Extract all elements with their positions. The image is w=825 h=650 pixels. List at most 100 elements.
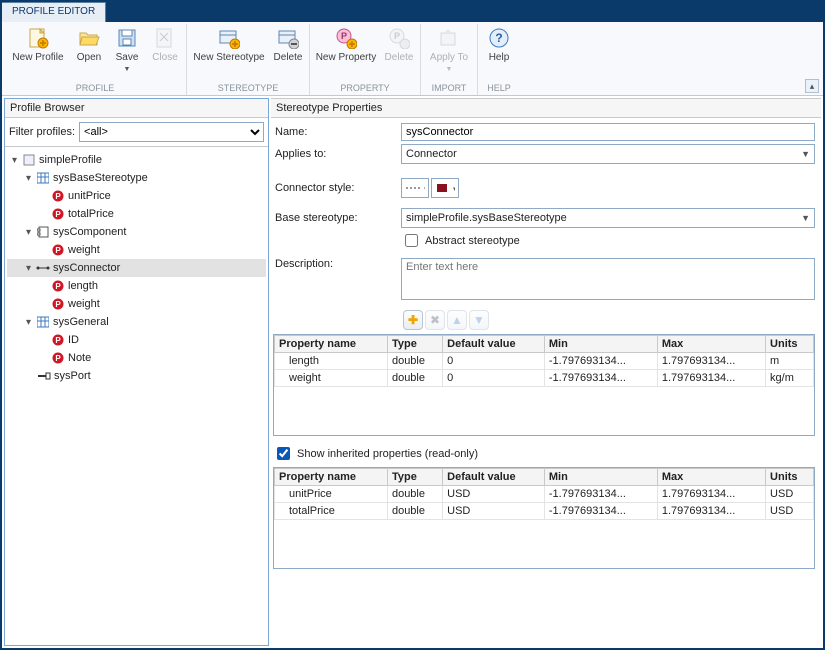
column-header[interactable]: Property name [275, 469, 388, 486]
folder-open-icon [77, 26, 101, 50]
column-header[interactable]: Default value [443, 469, 545, 486]
tree-node-property[interactable]: P weight [7, 295, 266, 313]
description-label: Description: [273, 258, 401, 270]
filter-label: Filter profiles: [9, 126, 75, 138]
svg-text:P: P [55, 210, 61, 219]
base-stereotype-select[interactable]: simpleProfile.sysBaseStereotype ▼ [401, 208, 815, 228]
chevron-down-icon: ▼ [801, 213, 810, 223]
column-header[interactable]: Type [387, 336, 442, 353]
component-icon [36, 225, 50, 239]
stereotype-properties-title: Stereotype Properties [271, 98, 821, 118]
show-inherited-checkbox[interactable]: Show inherited properties (read-only) [273, 444, 819, 463]
base-stereotype-label: Base stereotype: [273, 212, 401, 224]
ribbon-expand-icon[interactable]: ▴ [805, 79, 819, 93]
tree-node-profile[interactable]: ▾ simpleProfile [7, 151, 266, 169]
svg-text:P: P [55, 246, 61, 255]
chevron-down-icon: ▼ [801, 149, 810, 159]
property-icon: P [51, 207, 65, 221]
column-header[interactable]: Property name [275, 336, 388, 353]
property-new-icon: P✚ [334, 26, 358, 50]
filter-profiles-select[interactable]: <all> [79, 122, 264, 142]
tree-node-property[interactable]: P length [7, 277, 266, 295]
column-header[interactable]: Units [766, 336, 814, 353]
line-color-select[interactable]: ▾ [431, 178, 459, 198]
svg-text:P: P [55, 192, 61, 201]
profile-icon [22, 153, 36, 167]
column-header[interactable]: Min [544, 469, 657, 486]
name-label: Name: [273, 126, 401, 138]
new-property-button[interactable]: P✚ New Property [314, 24, 378, 82]
name-input[interactable] [401, 123, 815, 141]
own-properties-table[interactable]: Property nameTypeDefault valueMinMaxUnit… [273, 334, 815, 436]
column-header[interactable]: Max [657, 469, 765, 486]
applies-to-label: Applies to: [273, 148, 401, 160]
ribbon-group-import: Apply To▼ IMPORT [421, 24, 478, 95]
delete-row-button[interactable]: ✖ [425, 310, 445, 330]
add-row-button[interactable]: ✚ [403, 310, 423, 330]
connector-icon [36, 261, 50, 275]
tree-node-stereotype[interactable]: ▾ sysGeneral [7, 313, 266, 331]
tree-node-stereotype[interactable]: sysPort [7, 367, 266, 385]
abstract-stereotype-checkbox[interactable]: Abstract stereotype [401, 231, 815, 250]
column-header[interactable]: Units [766, 469, 814, 486]
profile-browser-panel: Profile Browser Filter profiles: <all> ▾… [4, 98, 269, 646]
ribbon-group-profile: ✚ New Profile Open Save▼ Close PROFILE [4, 24, 187, 95]
tree-node-property[interactable]: P totalPrice [7, 205, 266, 223]
column-header[interactable]: Type [387, 469, 442, 486]
tree-node-stereotype[interactable]: ▾ sysComponent [7, 223, 266, 241]
applies-to-select[interactable]: Connector ▼ [401, 144, 815, 164]
plus-icon: ✚ [408, 313, 418, 327]
column-header[interactable]: Max [657, 336, 765, 353]
svg-text:P: P [55, 300, 61, 309]
apply-icon [437, 26, 461, 50]
ribbon: ✚ New Profile Open Save▼ Close PROFILE [2, 22, 823, 96]
svg-text:P: P [55, 282, 61, 291]
ribbon-group-stereotype: ✚ New Stereotype Delete STEREOTYPE [187, 24, 310, 95]
tree-node-stereotype-selected[interactable]: ▾ sysConnector [7, 259, 266, 277]
delete-property-button[interactable]: P Delete [382, 24, 416, 82]
table-row[interactable]: weightdouble0-1.797693134...1.797693134.… [275, 370, 814, 387]
tree-node-property[interactable]: P weight [7, 241, 266, 259]
tree-node-property[interactable]: P ID [7, 331, 266, 349]
svg-text:?: ? [495, 31, 502, 45]
move-up-button[interactable]: ▲ [447, 310, 467, 330]
new-stereotype-button[interactable]: ✚ New Stereotype [191, 24, 267, 82]
profile-tree[interactable]: ▾ simpleProfile ▾ sysBaseStereotype P un… [5, 147, 268, 645]
help-button[interactable]: ? Help [482, 24, 516, 82]
description-textarea[interactable] [401, 258, 815, 300]
tab-profile-editor[interactable]: PROFILE EDITOR [2, 2, 106, 22]
column-header[interactable]: Default value [443, 336, 545, 353]
svg-text:P: P [394, 31, 400, 41]
delete-stereotype-button[interactable]: Delete [271, 24, 305, 82]
tree-node-stereotype[interactable]: ▾ sysBaseStereotype [7, 169, 266, 187]
file-new-icon: ✚ [26, 26, 50, 50]
column-header[interactable]: Min [544, 336, 657, 353]
tree-node-property[interactable]: P Note [7, 349, 266, 367]
move-down-button[interactable]: ▼ [469, 310, 489, 330]
stereotype-new-icon: ✚ [217, 26, 241, 50]
table-row[interactable]: unitPricedoubleUSD-1.797693134...1.79769… [275, 486, 814, 503]
close-file-icon [153, 26, 177, 50]
apply-to-button[interactable]: Apply To▼ [425, 24, 473, 82]
property-delete-icon: P [387, 26, 411, 50]
svg-text:▾: ▾ [453, 186, 455, 193]
tree-node-property[interactable]: P unitPrice [7, 187, 266, 205]
svg-text:✚: ✚ [349, 40, 356, 49]
svg-text:P: P [55, 336, 61, 345]
stereotype-table-icon [36, 315, 50, 329]
delete-x-icon: ✖ [430, 313, 440, 327]
stereotype-delete-icon [276, 26, 300, 50]
ribbon-group-help: ? Help HELP [478, 24, 520, 95]
table-row[interactable]: totalPricedoubleUSD-1.797693134...1.7976… [275, 503, 814, 520]
property-icon: P [51, 243, 65, 257]
inherited-properties-table[interactable]: Property nameTypeDefault valueMinMaxUnit… [273, 467, 815, 569]
open-button[interactable]: Open [72, 24, 106, 82]
profile-browser-title: Profile Browser [5, 99, 268, 118]
table-row[interactable]: lengthdouble0-1.797693134...1.797693134.… [275, 353, 814, 370]
app-window: PROFILE EDITOR ✚ New Profile Open Save▼ [0, 0, 825, 650]
line-style-select[interactable]: ▾ [401, 178, 429, 198]
new-profile-button[interactable]: ✚ New Profile [8, 24, 68, 82]
titlebar: PROFILE EDITOR [2, 2, 823, 22]
save-button[interactable]: Save▼ [110, 24, 144, 82]
close-button[interactable]: Close [148, 24, 182, 82]
